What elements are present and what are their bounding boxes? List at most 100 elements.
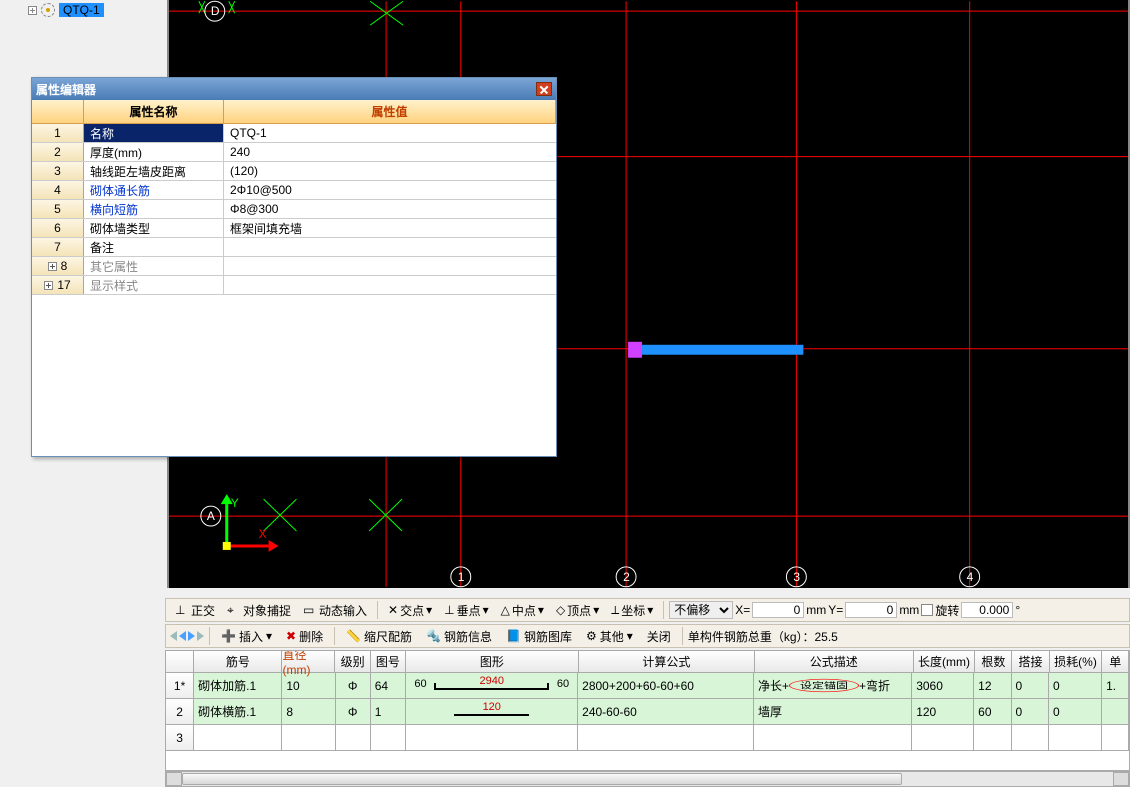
property-editor-titlebar[interactable]: 属性编辑器 <box>32 78 556 100</box>
osnap-button[interactable]: ⌖对象捕捉 <box>222 600 296 621</box>
shape-cell[interactable]: 120 <box>406 699 578 724</box>
table-cell[interactable] <box>1102 699 1129 724</box>
property-value[interactable] <box>224 238 556 256</box>
end-button[interactable]: ◇ 顶点 ▾ <box>551 600 604 621</box>
other-button[interactable]: ⚙其他 ▾ <box>580 626 639 647</box>
table-cell[interactable] <box>1049 725 1102 750</box>
property-row[interactable]: 17显示样式 <box>32 276 556 295</box>
property-row[interactable]: 5横向短筋Φ8@300 <box>32 200 556 219</box>
table-cell[interactable]: 12 <box>974 673 1011 698</box>
property-value[interactable]: QTQ-1 <box>224 124 556 142</box>
table-cell[interactable]: 0 <box>1049 673 1102 698</box>
table-cell[interactable] <box>371 725 407 750</box>
table-cell[interactable]: 0 <box>1012 699 1049 724</box>
property-row[interactable]: 8其它属性 <box>32 257 556 276</box>
cross-button[interactable]: ✕ 交点 ▾ <box>383 600 437 621</box>
hdr-calc[interactable]: 计算公式 <box>579 651 755 672</box>
coord-button[interactable]: ⟂ 坐标 ▾ <box>606 600 658 621</box>
hdr-dia[interactable]: 直径(mm) <box>282 651 335 672</box>
property-value[interactable]: 2Φ10@500 <box>224 181 556 199</box>
horizontal-scrollbar[interactable] <box>165 771 1130 787</box>
table-cell[interactable]: 1* <box>166 673 194 698</box>
table-cell[interactable] <box>1102 725 1129 750</box>
nav-prev-icon[interactable] <box>179 631 186 641</box>
table-cell[interactable]: 0 <box>1012 673 1049 698</box>
close-icon[interactable] <box>536 82 552 96</box>
table-cell[interactable]: 3 <box>166 725 194 750</box>
hdr-len[interactable]: 长度(mm) <box>914 651 976 672</box>
table-cell[interactable]: 1 <box>371 699 407 724</box>
table-cell[interactable]: 8 <box>282 699 335 724</box>
table-cell[interactable]: Φ <box>336 699 371 724</box>
formula-desc-cell[interactable] <box>754 725 912 750</box>
mid-button[interactable]: △ 中点 ▾ <box>496 600 549 621</box>
rebarlib-button[interactable]: 📘钢筋图库 <box>500 626 578 647</box>
rotate-checkbox[interactable] <box>921 604 933 616</box>
tree-item-qtq[interactable]: QTQ-1 <box>28 3 104 17</box>
property-row[interactable]: 3轴线距左墙皮距离(120) <box>32 162 556 181</box>
hdr-loss[interactable]: 损耗(%) <box>1050 651 1103 672</box>
hdr-lap[interactable]: 搭接 <box>1012 651 1049 672</box>
perp-button[interactable]: ⊥ 垂点 ▾ <box>439 600 494 621</box>
expand-icon[interactable] <box>48 262 57 271</box>
table-cell[interactable]: 1. <box>1102 673 1129 698</box>
hdr-extra[interactable]: 单 <box>1102 651 1129 672</box>
scale-button[interactable]: 📏缩尺配筋 <box>340 626 418 647</box>
property-row[interactable]: 4砌体通长筋2Φ10@500 <box>32 181 556 200</box>
expand-icon[interactable] <box>28 6 37 15</box>
table-cell[interactable] <box>282 725 335 750</box>
hdr-bar[interactable]: 筋号 <box>194 651 282 672</box>
table-cell[interactable]: Φ <box>336 673 371 698</box>
table-cell[interactable]: 2800+200+60-60+60 <box>578 673 754 698</box>
nav-last-icon[interactable] <box>197 631 204 641</box>
dyninput-button[interactable]: ▭动态输入 <box>298 600 372 621</box>
ortho-button[interactable]: ⊥正交 <box>170 600 220 621</box>
rebarinfo-button[interactable]: 🔩钢筋信息 <box>420 626 498 647</box>
scroll-left-icon[interactable] <box>166 772 182 786</box>
table-cell[interactable]: 60 <box>974 699 1011 724</box>
table-cell[interactable]: 砌体横筋.1 <box>194 699 282 724</box>
property-value[interactable] <box>224 257 556 275</box>
table-row[interactable]: 2砌体横筋.18Φ1120240-60-60墙厚1206000 <box>166 699 1129 725</box>
hdr-tno[interactable]: 图号 <box>371 651 406 672</box>
scroll-right-icon[interactable] <box>1113 772 1129 786</box>
table-cell[interactable]: 2 <box>166 699 194 724</box>
property-value[interactable]: 240 <box>224 143 556 161</box>
rebar-table[interactable]: 筋号 直径(mm) 级别 图号 图形 计算公式 公式描述 长度(mm) 根数 搭… <box>165 650 1130 771</box>
property-editor-dialog[interactable]: 属性编辑器 属性名称 属性值 1名称QTQ-12厚度(mm)2403轴线距左墙皮… <box>31 77 557 457</box>
table-cell[interactable]: 64 <box>371 673 407 698</box>
property-row[interactable]: 6砌体墙类型框架间填充墙 <box>32 219 556 238</box>
close-panel-button[interactable]: 关闭 <box>641 626 677 647</box>
table-row[interactable]: 3 <box>166 725 1129 751</box>
table-cell[interactable] <box>336 725 371 750</box>
formula-desc-cell[interactable]: 墙厚 <box>754 699 912 724</box>
table-cell[interactable] <box>974 725 1011 750</box>
offset-select[interactable]: 不偏移 <box>669 601 733 619</box>
nav-first-icon[interactable] <box>170 631 177 641</box>
property-row[interactable]: 7备注 <box>32 238 556 257</box>
insert-button[interactable]: ➕插入 ▾ <box>215 626 278 647</box>
table-cell[interactable]: 3060 <box>912 673 974 698</box>
property-value[interactable] <box>224 276 556 294</box>
shape-cell[interactable]: 60602940 <box>406 673 578 698</box>
table-cell[interactable] <box>1012 725 1049 750</box>
x-input[interactable] <box>752 602 804 618</box>
property-row[interactable]: 2厚度(mm)240 <box>32 143 556 162</box>
property-value[interactable]: (120) <box>224 162 556 180</box>
delete-button[interactable]: ✖删除 <box>280 626 329 647</box>
table-cell[interactable] <box>194 725 282 750</box>
table-cell[interactable]: 120 <box>912 699 974 724</box>
hdr-desc[interactable]: 公式描述 <box>755 651 914 672</box>
nav-next-icon[interactable] <box>188 631 195 641</box>
table-cell[interactable]: 0 <box>1049 699 1102 724</box>
table-row[interactable]: 1*砌体加筋.110Φ64606029402800+200+60-60+60净长… <box>166 673 1129 699</box>
rotate-input[interactable] <box>961 602 1013 618</box>
table-cell[interactable]: 240-60-60 <box>578 699 754 724</box>
hdr-lvl[interactable]: 级别 <box>335 651 370 672</box>
hdr-cnt[interactable]: 根数 <box>975 651 1012 672</box>
hdr-shape[interactable]: 图形 <box>406 651 579 672</box>
formula-desc-cell[interactable]: 净长+设定锚固+弯折 <box>754 673 912 698</box>
table-cell[interactable]: 砌体加筋.1 <box>194 673 282 698</box>
scroll-thumb[interactable] <box>182 773 902 785</box>
wall-segment[interactable] <box>628 342 803 358</box>
